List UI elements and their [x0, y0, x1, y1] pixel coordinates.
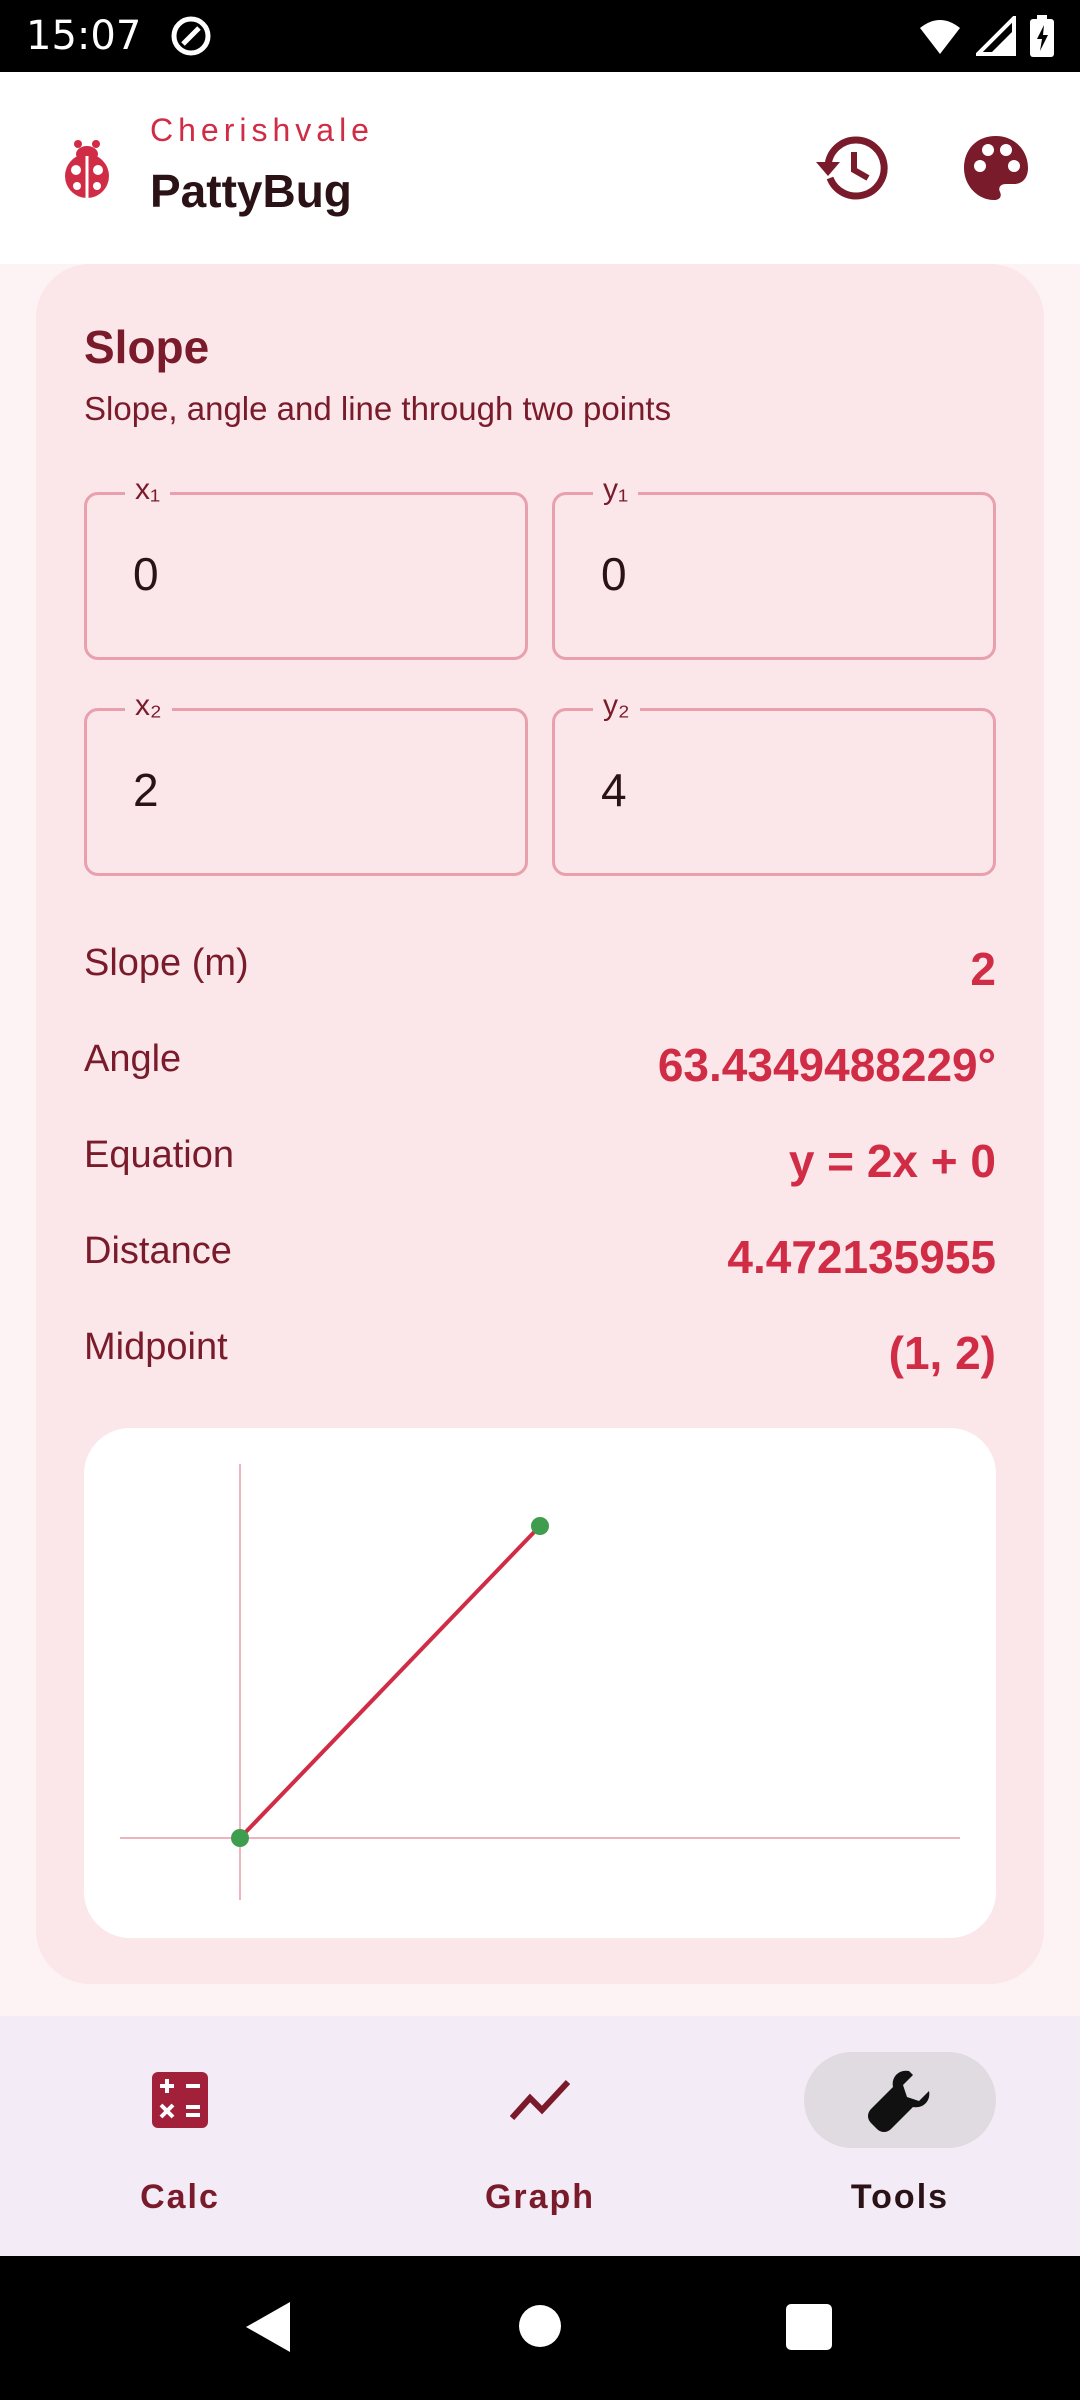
distance-label: Distance	[84, 1230, 232, 1272]
x2-label: x₂	[125, 689, 172, 723]
back-icon[interactable]	[244, 2300, 292, 2354]
y2-label: y₂	[593, 689, 640, 723]
system-navigation-bar	[0, 2256, 1080, 2400]
nav-tools-icon-wrap	[804, 2052, 996, 2148]
app-subtitle: Cherishvale	[150, 112, 374, 148]
distance-value: 4.472135955	[727, 1231, 996, 1283]
nav-calc-icon-wrap	[84, 2052, 276, 2148]
x1-field[interactable]: x₁	[84, 473, 528, 660]
nav-label-tools: Tools	[850, 2178, 950, 2216]
equation-value: y = 2x + 0	[788, 1135, 996, 1187]
slope-card: Slope Slope, angle and line through two …	[36, 264, 1044, 1984]
palette-icon[interactable]	[960, 132, 1032, 204]
wrench-icon	[868, 2070, 930, 2132]
equation-label: Equation	[84, 1134, 235, 1176]
slope-plot-svg	[120, 1464, 960, 1900]
battery-icon	[1030, 15, 1054, 57]
slope-value: 2	[970, 943, 996, 995]
nav-label-graph: Graph	[484, 2178, 596, 2216]
wifi-icon	[920, 20, 960, 54]
slope-label: Slope (m)	[84, 942, 249, 984]
midpoint-value: (1, 2)	[888, 1327, 996, 1379]
status-time: 15:07	[26, 13, 142, 59]
y1-label: y₁	[593, 473, 639, 507]
history-icon[interactable]	[816, 132, 888, 204]
slope-plot	[84, 1428, 996, 1938]
result-row-midpoint: Midpoint (1, 2)	[84, 1312, 996, 1382]
nav-graph-icon-wrap	[444, 2052, 636, 2148]
at-sign-icon	[171, 16, 211, 56]
nav-item-calc[interactable]: Calc	[0, 2016, 360, 2256]
calculator-icon	[152, 2072, 208, 2128]
angle-label: Angle	[84, 1038, 182, 1080]
angle-value: 63.4349488229°	[657, 1039, 996, 1091]
point-2	[531, 1517, 549, 1535]
x1-input[interactable]	[133, 547, 473, 601]
x1-label: x₁	[125, 473, 171, 507]
status-icons	[918, 15, 1054, 57]
y2-input[interactable]	[601, 763, 941, 817]
result-row-angle: Angle 63.4349488229°	[84, 1024, 996, 1094]
y1-field[interactable]: y₁	[552, 473, 996, 660]
y2-field[interactable]: y₂	[552, 689, 996, 876]
y1-input[interactable]	[601, 547, 941, 601]
nav-item-graph[interactable]: Graph	[360, 2016, 720, 2256]
midpoint-label: Midpoint	[84, 1326, 228, 1368]
ladybug-logo-icon	[65, 140, 109, 198]
x2-field[interactable]: x₂	[84, 689, 528, 876]
card-title: Slope	[84, 321, 210, 373]
x2-input[interactable]	[133, 763, 473, 817]
point-1	[231, 1829, 249, 1847]
card-description: Slope, angle and line through two points	[84, 390, 672, 427]
result-row-distance: Distance 4.472135955	[84, 1216, 996, 1286]
home-icon[interactable]	[518, 2304, 562, 2348]
result-row-slope: Slope (m) 2	[84, 928, 996, 998]
bottom-navigation: Calc Graph Tools	[0, 2016, 1080, 2256]
nav-item-tools[interactable]: Tools	[720, 2016, 1080, 2256]
trending-line-icon	[510, 2079, 570, 2121]
status-bar: 15:07	[0, 0, 1080, 72]
nav-label-calc: Calc	[140, 2178, 220, 2216]
signal-icon	[976, 16, 1016, 56]
result-row-equation: Equation y = 2x + 0	[84, 1120, 996, 1190]
recents-icon[interactable]	[786, 2304, 832, 2350]
app-bar: Cherishvale PattyBug	[0, 72, 1080, 264]
slope-line	[238, 1524, 542, 1840]
app-title: PattyBug	[150, 165, 352, 217]
